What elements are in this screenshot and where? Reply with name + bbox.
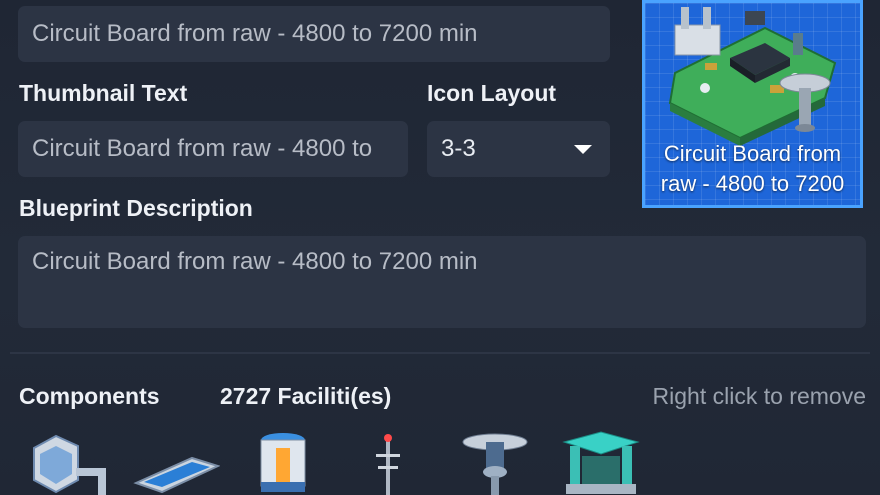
blueprint-name-input[interactable]: Circuit Board from raw - 4800 to 7200 mi… bbox=[18, 6, 610, 62]
blueprint-description-input[interactable]: Circuit Board from raw - 4800 to 7200 mi… bbox=[18, 236, 866, 328]
thumbnail-caption: Circuit Board from raw - 4800 to 7200 bbox=[645, 139, 860, 199]
icon-layout-value: 3-3 bbox=[441, 135, 476, 162]
thumbnail-caption-line-1: Circuit Board from bbox=[663, 141, 842, 166]
blueprint-thumbnail[interactable]: Circuit Board from raw - 4800 to 7200 bbox=[642, 0, 863, 208]
facilities-count: 2727 Faciliti(es) bbox=[220, 383, 392, 409]
right-click-remove-hint: Right click to remove bbox=[652, 383, 866, 409]
thumbnail-text-input[interactable]: Circuit Board from raw - 4800 to bbox=[18, 121, 408, 177]
thumbnail-text-label: Thumbnail Text bbox=[19, 80, 188, 106]
conveyor-belt-icon[interactable] bbox=[130, 428, 220, 495]
logistics-station-icon[interactable] bbox=[450, 428, 540, 495]
icon-layout-select[interactable]: 3-3 bbox=[427, 121, 610, 177]
blueprint-description-label: Blueprint Description bbox=[19, 195, 253, 221]
section-divider bbox=[10, 352, 870, 354]
wind-turbine-icon[interactable] bbox=[344, 428, 434, 495]
chevron-down-icon bbox=[574, 145, 592, 154]
storage-tank-icon[interactable] bbox=[238, 428, 328, 495]
assembler-icon[interactable] bbox=[556, 428, 646, 495]
thumbnail-caption-line-2: raw - 4800 to 7200 bbox=[660, 171, 845, 196]
components-label: Components bbox=[19, 383, 160, 409]
icon-layout-label: Icon Layout bbox=[427, 80, 557, 106]
smelter-icon[interactable] bbox=[26, 428, 116, 495]
